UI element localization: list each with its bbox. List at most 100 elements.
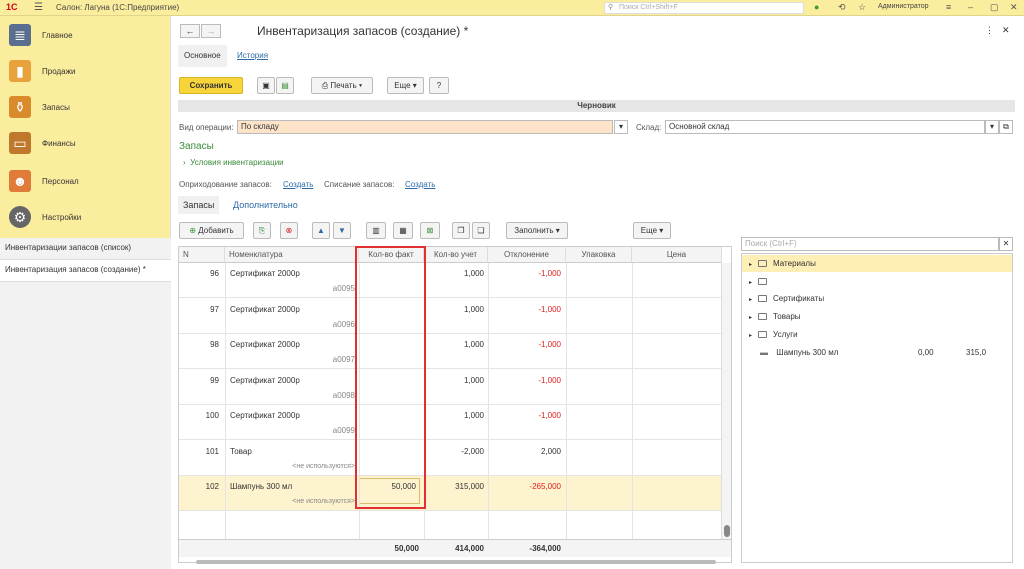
picker-search-clear[interactable]: ✕ bbox=[999, 237, 1013, 251]
barcode-button[interactable]: ▥ bbox=[366, 222, 386, 239]
col-price[interactable]: Цена bbox=[632, 247, 722, 263]
receipt-create-link[interactable]: Создать bbox=[283, 180, 313, 189]
post-icon: ▤ bbox=[281, 81, 289, 90]
back-button[interactable]: ← bbox=[180, 24, 200, 38]
total-fact: 50,000 bbox=[394, 544, 419, 553]
forward-button[interactable]: → bbox=[201, 24, 221, 38]
table-row[interactable]: 100 Сертификат 2000р а0099 1,000 -1,000 bbox=[179, 405, 731, 440]
add-button[interactable]: ⊕ Добавить bbox=[179, 222, 244, 239]
settings-icon[interactable]: ≡ bbox=[946, 2, 951, 12]
col-dev[interactable]: Отклонение bbox=[488, 247, 566, 263]
table-row[interactable]: 99 Сертификат 2000р а0098 1,000 -1,000 bbox=[179, 370, 731, 405]
favorites-icon[interactable]: ☆ bbox=[858, 2, 866, 13]
writeoff-create-link[interactable]: Создать bbox=[405, 180, 435, 189]
print-button[interactable]: ⎙ Печать ▾ bbox=[311, 77, 373, 94]
delete-row-button[interactable]: ⊗ bbox=[280, 222, 298, 239]
operation-dropdown[interactable]: ▾ bbox=[614, 120, 628, 134]
subtab-stock[interactable]: Запасы bbox=[178, 196, 220, 214]
vertical-scrollbar[interactable] bbox=[721, 263, 731, 539]
save-button[interactable]: Сохранить bbox=[179, 77, 243, 94]
tree-item-unnamed[interactable]: ▸ bbox=[742, 273, 1012, 290]
sidebar-item-settings[interactable]: ⚙ Настройки bbox=[0, 200, 171, 236]
close-icon[interactable]: ✕ bbox=[1010, 2, 1018, 13]
table-more-button[interactable]: Еще ▾ bbox=[633, 222, 671, 239]
window-tab-list[interactable]: Инвентаризации запасов (список) bbox=[0, 238, 171, 260]
sidebar-item-staff[interactable]: ☻ Персонал bbox=[0, 164, 171, 200]
warehouse-open[interactable]: ⧉ bbox=[999, 120, 1013, 134]
row-acc: -2,000 bbox=[461, 446, 484, 456]
fill-button[interactable]: Заполнить ▾ bbox=[506, 222, 568, 239]
window-tab-create[interactable]: Инвентаризация запасов (создание) * bbox=[0, 260, 171, 282]
notification-icon[interactable]: ● bbox=[814, 2, 819, 12]
warehouse-dropdown[interactable]: ▾ bbox=[985, 120, 999, 134]
sidebar-item-finance[interactable]: ▭ Финансы bbox=[0, 126, 171, 162]
col-n[interactable]: N bbox=[179, 247, 225, 263]
vertical-scroll-thumb[interactable] bbox=[724, 525, 730, 537]
row-acc: 315,000 bbox=[455, 482, 484, 491]
tab-main[interactable]: Основное bbox=[178, 45, 227, 67]
sidebar-item-sales[interactable]: ▮ Продажи bbox=[0, 54, 171, 90]
row-name: Товар bbox=[230, 446, 252, 456]
post-button[interactable]: ▤ bbox=[276, 77, 294, 94]
help-button[interactable]: ? bbox=[429, 77, 449, 94]
doc-close-icon[interactable]: ✕ bbox=[1002, 25, 1010, 36]
more-button[interactable]: Еще ▾ bbox=[387, 77, 424, 94]
pick-button[interactable]: ▦ bbox=[393, 222, 413, 239]
row-sub: а0099 bbox=[332, 426, 355, 435]
sidebar-item-main[interactable]: ≣ Главное bbox=[0, 18, 171, 54]
tree-item-certificates[interactable]: ▸ Сертификаты bbox=[742, 290, 1012, 307]
move-down-button[interactable]: ▼ bbox=[333, 222, 351, 239]
minimize-icon[interactable]: – bbox=[968, 2, 973, 12]
copy-button[interactable]: ❐ bbox=[452, 222, 470, 239]
table-row[interactable]: 96 Сертификат 2000р а0095 1,000 -1,000 bbox=[179, 263, 731, 298]
copy2-icon: ❐ bbox=[457, 226, 465, 235]
tree-item-product[interactable]: ▬ Шампунь 300 мл 0,00 315,0 bbox=[742, 344, 1012, 361]
restore-icon[interactable]: ▢ bbox=[990, 2, 999, 13]
more-vert-icon[interactable]: ⋮ bbox=[985, 25, 994, 36]
table-row[interactable]: 102 Шампунь 300 мл <не используются> 50,000… bbox=[179, 476, 731, 511]
subtab-additional[interactable]: Дополнительно bbox=[233, 196, 298, 214]
horizontal-scrollbar[interactable] bbox=[196, 560, 716, 564]
total-acc: 414,000 bbox=[455, 544, 484, 553]
expand-icon[interactable]: ▸ bbox=[749, 333, 752, 339]
tree-item-services[interactable]: ▸ Услуги bbox=[742, 326, 1012, 343]
warehouse-field[interactable]: Основной склад bbox=[665, 120, 985, 134]
col-acc[interactable]: Кол-во учет bbox=[424, 247, 488, 263]
paste-button[interactable]: ❏ bbox=[472, 222, 490, 239]
conditions-toggle[interactable]: › Условия инвентаризации bbox=[183, 158, 284, 167]
row-name: Сертификат 2000р bbox=[230, 375, 300, 385]
highlight-box bbox=[355, 246, 426, 509]
picker-search-input[interactable]: Поиск (Ctrl+F) bbox=[741, 237, 999, 251]
expand-icon[interactable]: ▸ bbox=[749, 315, 752, 321]
copy-row-button[interactable]: ⎘ bbox=[253, 222, 271, 239]
menu-icon[interactable]: ☰ bbox=[34, 2, 43, 13]
table-row[interactable]: 101 Товар <не используются> -2,000 2,000 bbox=[179, 441, 731, 476]
expand-icon[interactable]: ▸ bbox=[749, 262, 752, 268]
global-search-input[interactable]: ⚲ Поиск Ctrl+Shift+F bbox=[604, 2, 804, 14]
column-divider bbox=[632, 263, 633, 557]
operation-field[interactable]: По складу bbox=[237, 120, 613, 134]
tree-item-materials[interactable]: ▸ Материалы bbox=[742, 255, 1012, 272]
move-up-button[interactable]: ▲ bbox=[312, 222, 330, 239]
expand-icon[interactable]: ▸ bbox=[749, 280, 752, 286]
save-icon-button[interactable]: ▣ bbox=[257, 77, 275, 94]
row-number: 100 bbox=[205, 411, 219, 420]
tree-item-goods[interactable]: ▸ Товары bbox=[742, 308, 1012, 325]
delete-icon: ⊗ bbox=[285, 226, 293, 235]
col-pack[interactable]: Упаковка bbox=[566, 247, 632, 263]
sidebar-item-stock[interactable]: ⚱ Запасы bbox=[0, 90, 171, 126]
history-icon[interactable]: ⟲ bbox=[838, 2, 846, 13]
printer-icon: ⎙ bbox=[321, 81, 329, 90]
barcode-icon: ▥ bbox=[372, 226, 380, 235]
table-row[interactable]: 97 Сертификат 2000р а0096 1,000 -1,000 bbox=[179, 299, 731, 334]
table-row[interactable]: 98 Сертификат 2000р а0097 1,000 -1,000 bbox=[179, 334, 731, 369]
col-name[interactable]: Номенклатура bbox=[225, 247, 359, 263]
excel-button[interactable]: ⊠ bbox=[420, 222, 440, 239]
search-placeholder: Поиск Ctrl+Shift+F bbox=[619, 4, 678, 11]
row-dev: -1,000 bbox=[538, 304, 561, 314]
row-sub: а0095 bbox=[332, 284, 355, 293]
row-number: 99 bbox=[210, 375, 219, 385]
user-name[interactable]: Администратор bbox=[878, 3, 929, 10]
tab-history[interactable]: История bbox=[231, 45, 274, 67]
expand-icon[interactable]: ▸ bbox=[749, 297, 752, 303]
